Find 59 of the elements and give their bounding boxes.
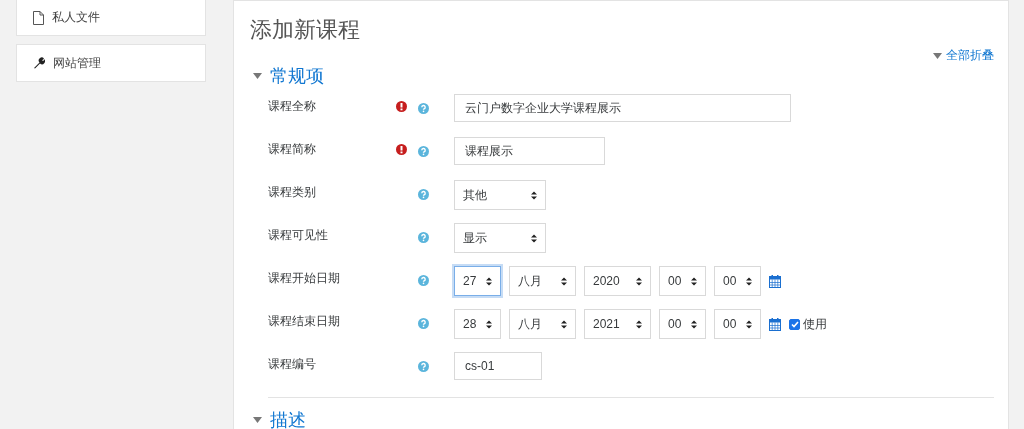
- section-title[interactable]: 常规项: [270, 64, 324, 88]
- calendar-icon[interactable]: [769, 274, 781, 288]
- sort-caret-icon: [746, 319, 752, 329]
- select-field[interactable]: 显示: [454, 223, 546, 253]
- help-icon[interactable]: [418, 361, 429, 372]
- required-icon: [396, 101, 407, 112]
- collapse-all-link[interactable]: 全部折叠: [946, 47, 994, 64]
- field-label: 课程可见性: [268, 227, 329, 244]
- sidebar-item-label: 私人文件: [52, 9, 100, 26]
- sidebar-item[interactable]: 私人文件: [16, 0, 206, 36]
- sort-caret-icon: [636, 276, 642, 286]
- sort-caret-icon: [531, 190, 537, 200]
- help-icon[interactable]: [418, 146, 429, 157]
- field-label: 课程简称: [268, 141, 317, 158]
- sidebar-item[interactable]: 网站管理: [16, 44, 206, 82]
- text-field[interactable]: 云门户数字企业大学课程展示: [454, 94, 791, 122]
- select-field[interactable]: 其他: [454, 180, 546, 210]
- sort-caret-icon: [691, 276, 697, 286]
- help-icon[interactable]: [418, 318, 429, 329]
- wrench-icon: [33, 57, 45, 69]
- select-field[interactable]: 00: [714, 266, 761, 296]
- page-title: 添加新课程: [250, 16, 360, 44]
- sort-caret-icon: [746, 276, 752, 286]
- help-icon[interactable]: [418, 275, 429, 286]
- field-label: 课程类别: [268, 184, 317, 201]
- field-label: 课程开始日期: [268, 270, 341, 287]
- section-title[interactable]: 描述: [270, 408, 306, 429]
- help-icon[interactable]: [418, 103, 429, 114]
- sort-caret-icon: [636, 319, 642, 329]
- help-icon[interactable]: [418, 189, 429, 200]
- sort-caret-icon: [561, 276, 567, 286]
- field-label: 课程编号: [268, 356, 317, 373]
- calendar-icon[interactable]: [769, 317, 781, 331]
- select-field[interactable]: 八月: [509, 309, 576, 339]
- select-field[interactable]: 2020: [584, 266, 651, 296]
- sort-caret-icon: [561, 319, 567, 329]
- checkbox-label: 使用: [803, 315, 827, 333]
- field-label: 课程全称: [268, 98, 317, 115]
- select-field[interactable]: 00: [659, 266, 706, 296]
- required-icon: [396, 144, 407, 155]
- select-field[interactable]: 28: [454, 309, 501, 339]
- select-field[interactable]: 2021: [584, 309, 651, 339]
- select-field[interactable]: 00: [714, 309, 761, 339]
- select-field[interactable]: 27: [454, 266, 501, 296]
- sort-caret-icon: [486, 319, 492, 329]
- text-field[interactable]: cs-01: [454, 352, 542, 380]
- help-icon[interactable]: [418, 232, 429, 243]
- checkbox[interactable]: [789, 318, 800, 330]
- file-icon: [33, 10, 44, 25]
- field-label: 课程结束日期: [268, 313, 341, 330]
- sort-caret-icon: [486, 276, 492, 286]
- sort-caret-icon: [531, 233, 537, 243]
- sidebar-item-label: 网站管理: [53, 54, 101, 72]
- caret-icon: [253, 73, 262, 79]
- caret-icon: [933, 52, 942, 59]
- sort-caret-icon: [691, 319, 697, 329]
- select-field[interactable]: 00: [659, 309, 706, 339]
- select-field[interactable]: 八月: [509, 266, 576, 296]
- text-field[interactable]: 课程展示: [454, 137, 605, 165]
